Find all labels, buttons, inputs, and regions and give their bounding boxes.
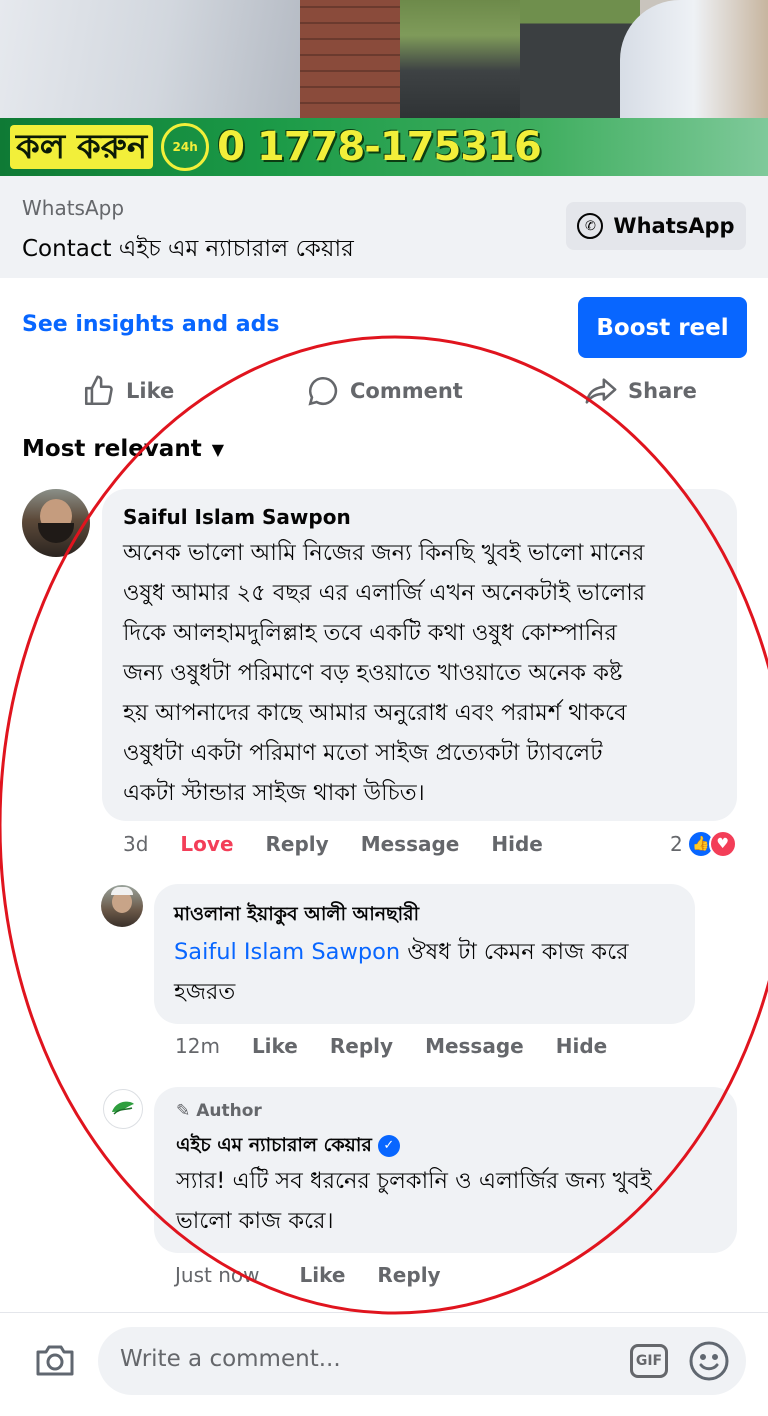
comment-icon	[308, 376, 338, 406]
comment-line: ওষুধ আমার ২৫ বছর এর এলার্জি এখন অনেকটাই …	[123, 580, 646, 606]
comment-line: হয় আপনাদের কাছে আমার অনুরোধ এবং পরামর্শ…	[123, 700, 627, 726]
video-banner[interactable]: কল করুন 24h 0 1778-175316	[0, 0, 768, 176]
comment-line: ভালো কাজ করে।	[176, 1208, 334, 1234]
reply-button[interactable]: Reply	[330, 1034, 393, 1058]
comment-line: হজরত	[174, 979, 236, 1005]
message-button[interactable]: Message	[361, 832, 460, 856]
comment-meta: Just now Like Reply	[175, 1263, 473, 1287]
comment-time: 3d	[123, 832, 149, 856]
see-insights-link[interactable]: See insights and ads	[22, 312, 279, 337]
phone-24h-icon: 24h	[161, 123, 210, 171]
share-icon	[585, 378, 617, 404]
author-tag-label: Author	[196, 1101, 262, 1121]
like-action[interactable]: Like	[82, 365, 174, 417]
love-reaction-icon: ♥	[708, 830, 737, 858]
reply-bubble: ✎ Author এইচ এম ন্যাচারাল কেয়ার ✓ স্যার!…	[154, 1087, 737, 1253]
whatsapp-icon: ✆	[577, 213, 604, 239]
comment-text-rest: ঔষধ টা কেমন কাজ করে	[400, 939, 629, 965]
comment-author[interactable]: মাওলানা ইয়াকুব আলী আনছারী	[174, 900, 419, 932]
like-button[interactable]: Like	[299, 1263, 345, 1287]
pencil-icon: ✎	[176, 1101, 191, 1121]
avatar[interactable]	[103, 1089, 143, 1129]
comment-text: অনেক ভালো আমি নিজের জন্য কিনছি খুবই ভালো…	[123, 533, 645, 813]
avatar[interactable]	[22, 489, 90, 557]
comment-line: একটা স্টান্ডার সাইজ থাকা উচিত।	[123, 780, 425, 806]
author-tag: ✎ Author	[176, 1101, 262, 1121]
comment-time: 12m	[175, 1034, 220, 1058]
cta-title: Contact এইচ এম ন্যাচারাল কেয়ার	[22, 236, 354, 262]
like-button[interactable]: Like	[252, 1034, 298, 1058]
avatar[interactable]	[101, 885, 143, 927]
like-label: Like	[126, 379, 175, 403]
comment-time: Just now	[175, 1263, 260, 1287]
reaction-summary[interactable]: 2 👍 ♥	[670, 830, 737, 858]
boost-reel-button[interactable]: Boost reel	[578, 297, 747, 358]
gif-button[interactable]: GIF	[630, 1344, 668, 1378]
verified-badge-icon: ✓	[377, 1134, 400, 1157]
comment-input-placeholder: Write a comment...	[120, 1346, 341, 1372]
call-text: কল করুন	[10, 125, 154, 169]
comment-bubble: Saiful Islam Sawpon অনেক ভালো আমি নিজের …	[102, 489, 737, 821]
sort-label: Most relevant	[22, 436, 202, 462]
share-label: Share	[628, 379, 697, 403]
call-bar: কল করুন 24h 0 1778-175316	[0, 118, 768, 176]
whatsapp-button[interactable]: ✆ WhatsApp	[566, 202, 746, 250]
leaf-logo-icon	[112, 1101, 134, 1115]
comment-line: অনেক ভালো আমি নিজের জন্য কিনছি খুবই ভালো…	[123, 540, 645, 566]
comment-author: এইচ এম ন্যাচারাল কেয়ার	[176, 1134, 372, 1156]
comment-text: Saiful Islam Sawpon ঔষধ টা কেমন কাজ করে …	[174, 932, 629, 1012]
post-actions: Like Comment Share	[0, 365, 768, 417]
whatsapp-button-label: WhatsApp	[613, 214, 735, 238]
reaction-count: 2	[670, 832, 683, 856]
comment-line: দিকে আলহামদুলিল্লাহ তবে একটি কথা ওষুধ কো…	[123, 620, 617, 646]
comment-meta: 3d Love Reply Message Hide	[123, 832, 575, 856]
thumbs-up-icon	[84, 375, 113, 406]
love-reaction-button[interactable]: Love	[180, 832, 233, 856]
comment-label: Comment	[350, 379, 463, 403]
hide-button[interactable]: Hide	[556, 1034, 607, 1058]
comment-line: ওষুধটা একটা পরিমাণ মতো সাইজ প্রত্যেকটা ট…	[123, 740, 603, 766]
reply-button[interactable]: Reply	[266, 832, 329, 856]
comment-action[interactable]: Comment	[306, 365, 463, 417]
cta-subtitle: WhatsApp	[22, 196, 125, 220]
comment-text: স্যার! এটি সব ধরনের চুলকানি ও এলার্জির জ…	[176, 1161, 652, 1241]
comment-line: স্যার! এটি সব ধরনের চুলকানি ও এলার্জির জ…	[176, 1168, 652, 1194]
reply-bubble: মাওলানা ইয়াকুব আলী আনছারী Saiful Islam …	[154, 884, 695, 1024]
banner-photo	[0, 0, 768, 118]
hide-button[interactable]: Hide	[491, 832, 542, 856]
comment-line: জন্য ওষুধটা পরিমাণে বড় হওয়াতে খাওয়াতে…	[123, 660, 623, 686]
comment-meta: 12m Like Reply Message Hide	[175, 1034, 639, 1058]
message-button[interactable]: Message	[425, 1034, 524, 1058]
mention-link[interactable]: Saiful Islam Sawpon	[174, 939, 400, 965]
reply-button[interactable]: Reply	[377, 1263, 440, 1287]
chevron-down-icon: ▼	[211, 439, 224, 459]
phone-number: 0 1778-175316	[217, 124, 542, 170]
comment-author-row[interactable]: এইচ এম ন্যাচারাল কেয়ার ✓	[176, 1131, 400, 1163]
emoji-icon[interactable]	[688, 1340, 730, 1382]
share-action[interactable]: Share	[584, 365, 697, 417]
sort-dropdown[interactable]: Most relevant ▼	[22, 436, 224, 462]
camera-icon[interactable]	[34, 1342, 76, 1378]
comment-author[interactable]: Saiful Islam Sawpon	[123, 505, 351, 529]
